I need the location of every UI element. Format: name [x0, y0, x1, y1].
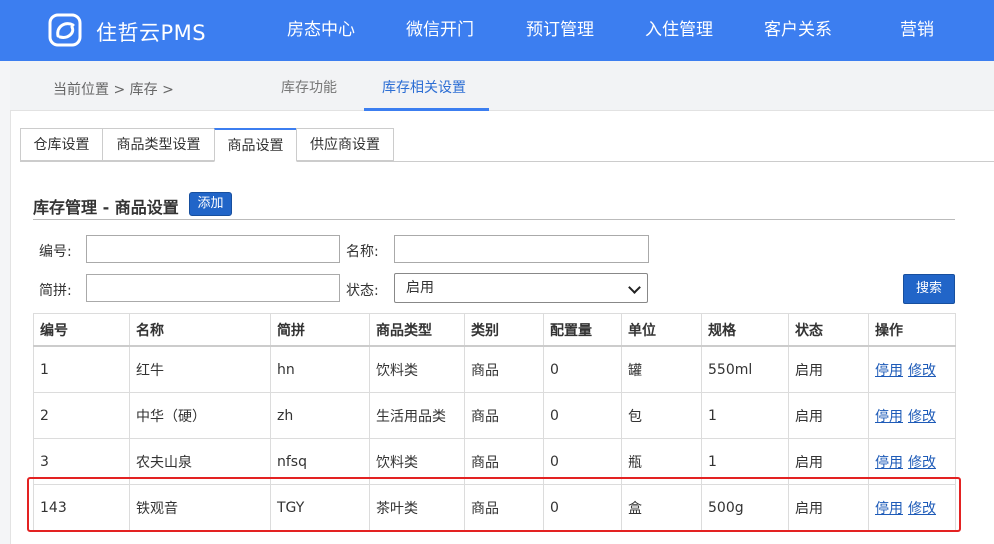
cell-category: 商品 — [464, 484, 544, 531]
disable-link[interactable]: 停用 — [875, 455, 903, 471]
cell-quantity: 0 — [543, 345, 622, 393]
table-row: 2 中华（硬） zh 生活用品类 商品 0 包 1 启用 停用 修改 — [33, 392, 956, 439]
header-product-type: 商品类型 — [369, 313, 465, 347]
nav-item-checkin[interactable]: 入住管理 — [645, 0, 713, 61]
cell-pinyin: TGY — [270, 484, 370, 531]
pinyin-label: 简拼: — [39, 283, 72, 299]
pinyin-input[interactable] — [86, 274, 340, 302]
subtab-product-type-settings[interactable]: 商品类型设置 — [102, 128, 215, 161]
cell-type: 茶叶类 — [369, 484, 465, 531]
status-select[interactable]: 启用 — [394, 273, 648, 303]
name-input[interactable] — [394, 235, 649, 263]
cell-code: 3 — [33, 438, 130, 485]
header-pinyin: 简拼 — [270, 313, 370, 347]
header-name: 名称 — [129, 313, 271, 347]
cell-name: 中华（硬） — [129, 392, 271, 439]
disable-link[interactable]: 停用 — [875, 363, 903, 379]
logo-icon — [48, 13, 82, 47]
tab-inventory-settings[interactable]: 库存相关设置 — [382, 77, 466, 97]
code-label: 编号: — [39, 244, 72, 260]
breadcrumb: 当前位置 > 库存 > — [53, 82, 174, 98]
table-row: 143 铁观音 TGY 茶叶类 商品 0 盒 500g 启用 停用 修改 — [33, 484, 956, 531]
cell-status: 启用 — [788, 345, 869, 393]
edit-link[interactable]: 修改 — [908, 409, 936, 425]
cell-spec: 1 — [701, 438, 789, 485]
subtab-supplier-settings[interactable]: 供应商设置 — [296, 128, 394, 161]
cell-type: 饮料类 — [369, 345, 465, 393]
disable-link[interactable]: 停用 — [875, 409, 903, 425]
table-row: 3 农夫山泉 nfsq 饮料类 商品 0 瓶 1 启用 停用 修改 — [33, 438, 956, 485]
breadcrumb-bar: 当前位置 > 库存 > 库存功能 库存相关设置 — [10, 61, 994, 111]
status-label: 状态: — [346, 283, 379, 299]
cell-quantity: 0 — [543, 392, 622, 439]
chevron-down-icon — [628, 281, 641, 294]
subtab-warehouse-settings[interactable]: 仓库设置 — [20, 128, 103, 161]
cell-actions: 停用 修改 — [868, 345, 956, 393]
cell-code: 2 — [33, 392, 130, 439]
cell-spec: 1 — [701, 392, 789, 439]
disable-link[interactable]: 停用 — [875, 501, 903, 517]
header-status: 状态 — [788, 313, 869, 347]
cell-status: 启用 — [788, 484, 869, 531]
cell-type: 饮料类 — [369, 438, 465, 485]
cell-category: 商品 — [464, 345, 544, 393]
header-code: 编号 — [33, 313, 130, 347]
cell-unit: 罐 — [621, 345, 702, 393]
header-unit: 单位 — [621, 313, 702, 347]
name-label: 名称: — [346, 244, 379, 260]
table-row: 1 红牛 hn 饮料类 商品 0 罐 550ml 启用 停用 修改 — [33, 345, 956, 393]
nav-item-marketing[interactable]: 营销 — [900, 0, 934, 61]
cell-actions: 停用 修改 — [868, 392, 956, 439]
cell-status: 启用 — [788, 392, 869, 439]
left-sidebar-strip — [0, 61, 11, 544]
top-nav-bar: 住哲云PMS 房态中心 微信开门 预订管理 入住管理 客户关系 营销 — [0, 0, 994, 61]
tab-inventory-functions[interactable]: 库存功能 — [281, 77, 337, 97]
edit-link[interactable]: 修改 — [908, 501, 936, 517]
section-title: 库存管理 - 商品设置 — [33, 198, 179, 217]
nav-item-room-status[interactable]: 房态中心 — [287, 0, 355, 61]
cell-actions: 停用 修改 — [868, 438, 956, 485]
cell-category: 商品 — [464, 438, 544, 485]
nav-item-customers[interactable]: 客户关系 — [764, 0, 832, 61]
code-input[interactable] — [86, 235, 340, 263]
product-table: 编号 名称 简拼 商品类型 类别 配置量 单位 规格 状态 操作 1 红牛 hn… — [33, 313, 956, 531]
table-header-row: 编号 名称 简拼 商品类型 类别 配置量 单位 规格 状态 操作 — [33, 313, 956, 347]
cell-quantity: 0 — [543, 484, 622, 531]
cell-name: 红牛 — [129, 345, 271, 393]
subtab-product-settings[interactable]: 商品设置 — [214, 128, 297, 162]
cell-pinyin: hn — [270, 345, 370, 393]
cell-unit: 瓶 — [621, 438, 702, 485]
section-divider — [33, 219, 955, 220]
add-button[interactable]: 添加 — [189, 192, 232, 216]
cell-quantity: 0 — [543, 438, 622, 485]
brand-name: 住哲云PMS — [96, 21, 207, 45]
cell-spec: 500g — [701, 484, 789, 531]
search-button[interactable]: 搜索 — [903, 274, 955, 304]
nav-item-wechat-door[interactable]: 微信开门 — [406, 0, 474, 61]
nav-item-reservations[interactable]: 预订管理 — [526, 0, 594, 61]
cell-type: 生活用品类 — [369, 392, 465, 439]
cell-pinyin: nfsq — [270, 438, 370, 485]
cell-unit: 包 — [621, 392, 702, 439]
header-quantity: 配置量 — [543, 313, 622, 347]
edit-link[interactable]: 修改 — [908, 363, 936, 379]
cell-code: 143 — [33, 484, 130, 531]
header-spec: 规格 — [701, 313, 789, 347]
cell-pinyin: zh — [270, 392, 370, 439]
cell-status: 启用 — [788, 438, 869, 485]
cell-name: 铁观音 — [129, 484, 271, 531]
cell-name: 农夫山泉 — [129, 438, 271, 485]
cell-category: 商品 — [464, 392, 544, 439]
header-category: 类别 — [464, 313, 544, 347]
cell-actions: 停用 修改 — [868, 484, 956, 531]
edit-link[interactable]: 修改 — [908, 455, 936, 471]
cell-spec: 550ml — [701, 345, 789, 393]
header-actions: 操作 — [868, 313, 956, 347]
cell-unit: 盒 — [621, 484, 702, 531]
cell-code: 1 — [33, 345, 130, 393]
active-tab-underline — [364, 108, 489, 111]
status-select-value: 启用 — [406, 280, 434, 296]
